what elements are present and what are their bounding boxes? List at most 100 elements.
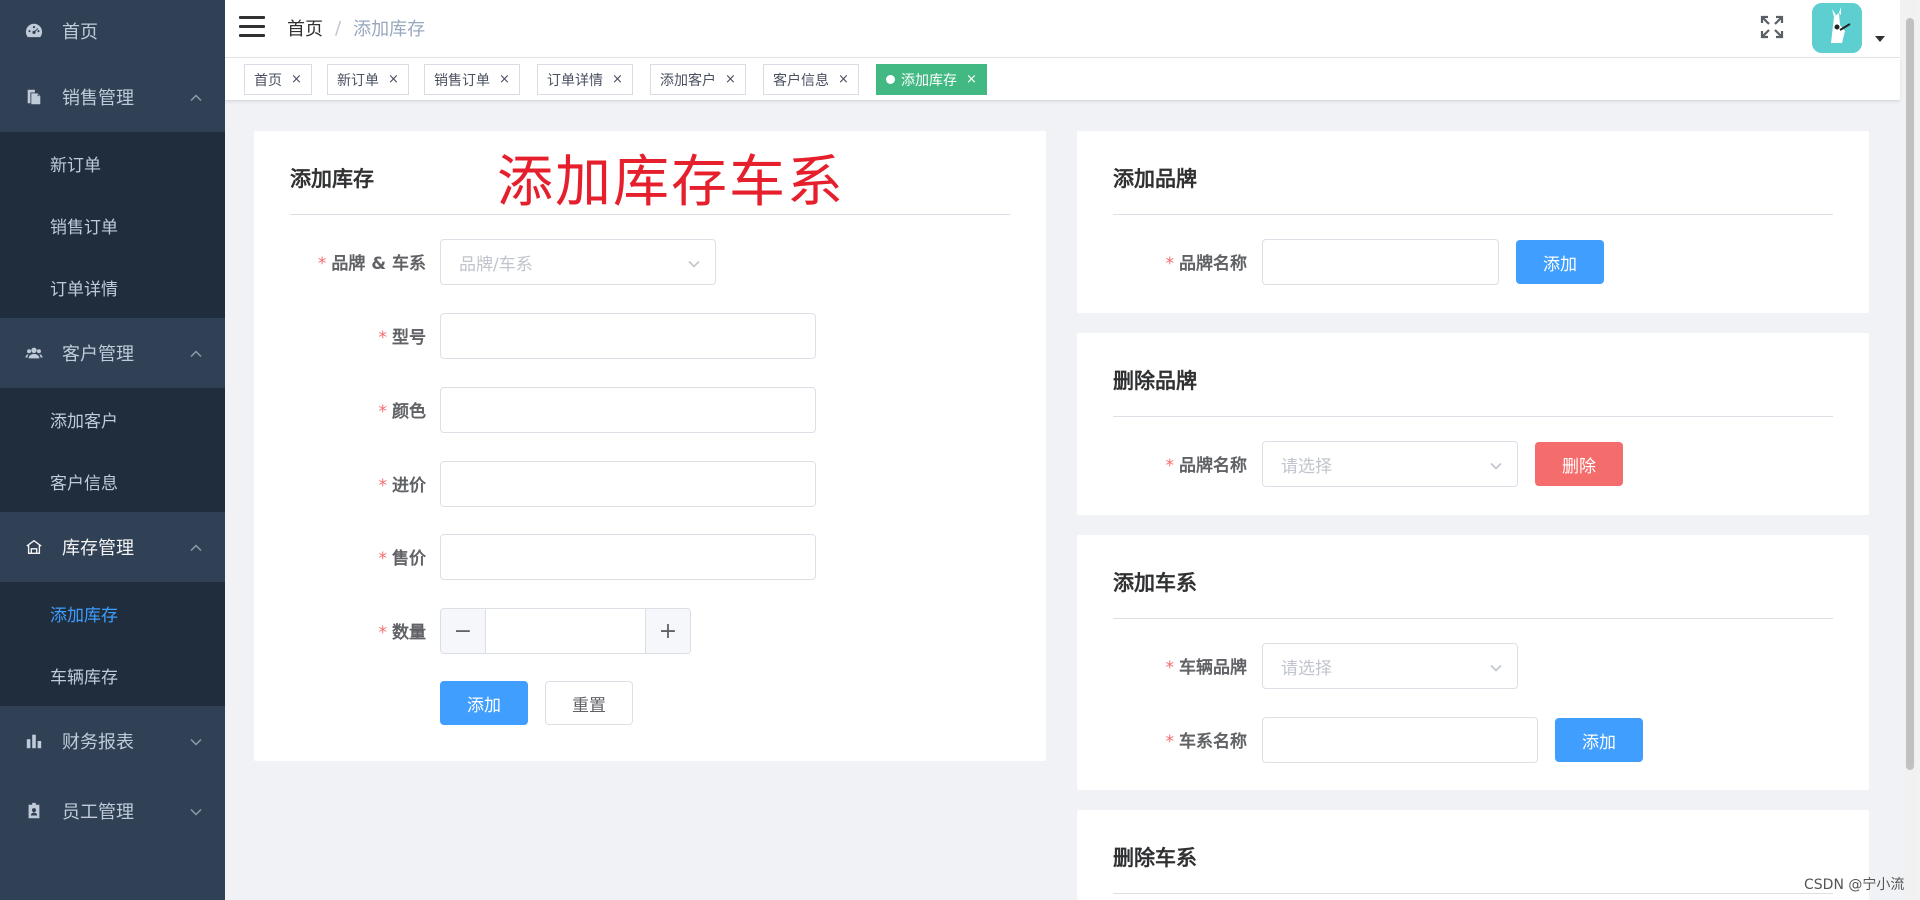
- chevron-down-icon: [687, 256, 701, 270]
- sidebar-group-customers[interactable]: 客户管理: [0, 318, 225, 388]
- sidebar-item-add-customer[interactable]: 添加客户: [0, 388, 225, 450]
- tag-order-details[interactable]: 订单详情 ×: [537, 64, 633, 95]
- customers-submenu: 添加客户 客户信息: [0, 388, 225, 512]
- add-series-button[interactable]: 添加: [1555, 718, 1643, 762]
- sidebar-item-vehicle-stock[interactable]: 车辆库存: [0, 644, 225, 706]
- select-placeholder: 请选择: [1281, 658, 1332, 679]
- brand-select[interactable]: 请选择: [1262, 441, 1518, 487]
- tag-label: 首页: [254, 72, 282, 89]
- tag-label: 添加客户: [660, 72, 716, 89]
- chevron-down-icon: [1489, 660, 1503, 674]
- sidebar-group-inventory[interactable]: 库存管理: [0, 512, 225, 582]
- close-icon[interactable]: ×: [838, 72, 849, 87]
- avatar[interactable]: [1812, 3, 1862, 53]
- close-icon[interactable]: ×: [499, 72, 510, 87]
- close-icon[interactable]: ×: [612, 72, 623, 87]
- annotation-text: 添加库存车系: [497, 150, 845, 215]
- tag-sales-orders[interactable]: 销售订单 ×: [424, 64, 520, 95]
- vehicle-brand-select[interactable]: 请选择: [1262, 643, 1518, 689]
- card-title: 删除品牌: [1113, 369, 1197, 393]
- increase-button[interactable]: +: [645, 609, 690, 653]
- quantity-value[interactable]: [486, 609, 645, 653]
- vehicle-brand-label: * 车辆品牌: [1165, 658, 1248, 678]
- warehouse-icon: [24, 537, 44, 557]
- sale-price-label: * 售价: [378, 549, 427, 569]
- sidebar-group-label: 财务报表: [62, 732, 134, 753]
- sidebar-group-label: 销售管理: [62, 88, 134, 109]
- select-placeholder: 请选择: [1281, 456, 1332, 477]
- series-name-label: * 车系名称: [1165, 732, 1248, 752]
- reset-button[interactable]: 重置: [545, 681, 633, 725]
- tag-customer-info[interactable]: 客户信息 ×: [763, 64, 859, 95]
- delete-brand-button[interactable]: 删除: [1535, 442, 1623, 486]
- fullscreen-icon[interactable]: [1759, 14, 1785, 40]
- brand-series-label: * 品牌 & 车系: [317, 254, 426, 274]
- cascader-placeholder: 品牌/车系: [459, 254, 533, 275]
- divider: [1113, 416, 1833, 417]
- model-input[interactable]: [440, 313, 816, 359]
- tag-add-stock[interactable]: 添加库存 ×: [876, 64, 987, 95]
- add-brand-button[interactable]: 添加: [1516, 240, 1604, 284]
- caret-down-icon[interactable]: [1875, 36, 1885, 42]
- page-scrollbar[interactable]: [1903, 0, 1917, 900]
- tag-add-customer[interactable]: 添加客户 ×: [650, 64, 746, 95]
- close-icon[interactable]: ×: [291, 72, 302, 87]
- tag-label: 新订单: [337, 72, 379, 89]
- add-stock-card: 添加库存 * 品牌 & 车系 品牌/车系 * 型号 * 颜色 * 进价 * 售价 * 数量 …: [254, 131, 1046, 761]
- sidebar-item-sales-orders[interactable]: 销售订单: [0, 194, 225, 256]
- add-stock-button[interactable]: 添加: [440, 681, 528, 725]
- breadcrumb-current: 添加库存: [353, 19, 426, 40]
- sidebar-item-add-stock[interactable]: 添加库存: [0, 582, 225, 644]
- color-label: * 颜色: [378, 402, 427, 422]
- series-name-input[interactable]: [1262, 717, 1538, 763]
- sidebar-item-new-order[interactable]: 新订单: [0, 132, 225, 194]
- brand-series-cascader[interactable]: 品牌/车系: [440, 239, 716, 285]
- tags-view: 首页 × 新订单 × 销售订单 × 订单详情 × 添加客户 × 客户信息 × 添加库存 ×: [225, 58, 1900, 101]
- sidebar-group-label: 员工管理: [62, 802, 134, 823]
- divider: [1113, 893, 1833, 894]
- quantity-stepper: − +: [440, 608, 691, 654]
- brand-name-label: * 品牌名称: [1165, 456, 1248, 476]
- tag-label: 销售订单: [434, 72, 490, 89]
- sidebar-item-customer-info[interactable]: 客户信息: [0, 450, 225, 512]
- purchase-price-label: * 进价: [378, 476, 427, 496]
- sale-price-input[interactable]: [440, 534, 816, 580]
- inventory-submenu: 添加库存 车辆库存: [0, 582, 225, 706]
- quantity-label: * 数量: [378, 623, 427, 643]
- sidebar-group-sales[interactable]: 销售管理: [0, 62, 225, 132]
- hamburger-menu-icon[interactable]: [239, 16, 265, 38]
- breadcrumb-home[interactable]: 首页: [287, 15, 323, 41]
- brand-name-input[interactable]: [1262, 239, 1499, 285]
- add-brand-card: 添加品牌 * 品牌名称 添加: [1077, 131, 1869, 313]
- users-icon: [24, 343, 44, 363]
- card-title: 删除车系: [1113, 846, 1197, 870]
- close-icon[interactable]: ×: [966, 72, 977, 87]
- card-title: 添加车系: [1113, 571, 1197, 595]
- bar-chart-icon: [24, 731, 44, 751]
- chevron-up-icon: [189, 345, 203, 359]
- scrollbar-thumb[interactable]: [1906, 18, 1914, 770]
- decrease-button[interactable]: −: [441, 609, 486, 653]
- top-navbar: 首页 / 添加库存: [225, 0, 1900, 58]
- tag-new-order[interactable]: 新订单 ×: [327, 64, 409, 95]
- sidebar-group-finance[interactable]: 财务报表: [0, 706, 225, 776]
- divider: [1113, 214, 1833, 215]
- delete-brand-card: 删除品牌 * 品牌名称 请选择 删除: [1077, 333, 1869, 515]
- sidebar-item-label: 首页: [62, 22, 98, 43]
- chevron-up-icon: [189, 539, 203, 553]
- tag-label: 添加库存: [901, 72, 957, 89]
- sidebar-item-order-details[interactable]: 订单详情: [0, 256, 225, 318]
- sidebar-group-label: 库存管理: [62, 538, 134, 559]
- sidebar-group-staff[interactable]: 员工管理: [0, 776, 225, 846]
- purchase-price-input[interactable]: [440, 461, 816, 507]
- chevron-down-icon: [189, 733, 203, 747]
- close-icon[interactable]: ×: [388, 72, 399, 87]
- sidebar-item-home[interactable]: 首页: [0, 0, 225, 62]
- chevron-up-icon: [189, 89, 203, 103]
- color-input[interactable]: [440, 387, 816, 433]
- brand-name-label: * 品牌名称: [1165, 254, 1248, 274]
- card-title: 添加库存: [290, 167, 374, 191]
- watermark: CSDN @宁小流: [1804, 877, 1905, 893]
- close-icon[interactable]: ×: [725, 72, 736, 87]
- tag-home[interactable]: 首页 ×: [244, 64, 312, 95]
